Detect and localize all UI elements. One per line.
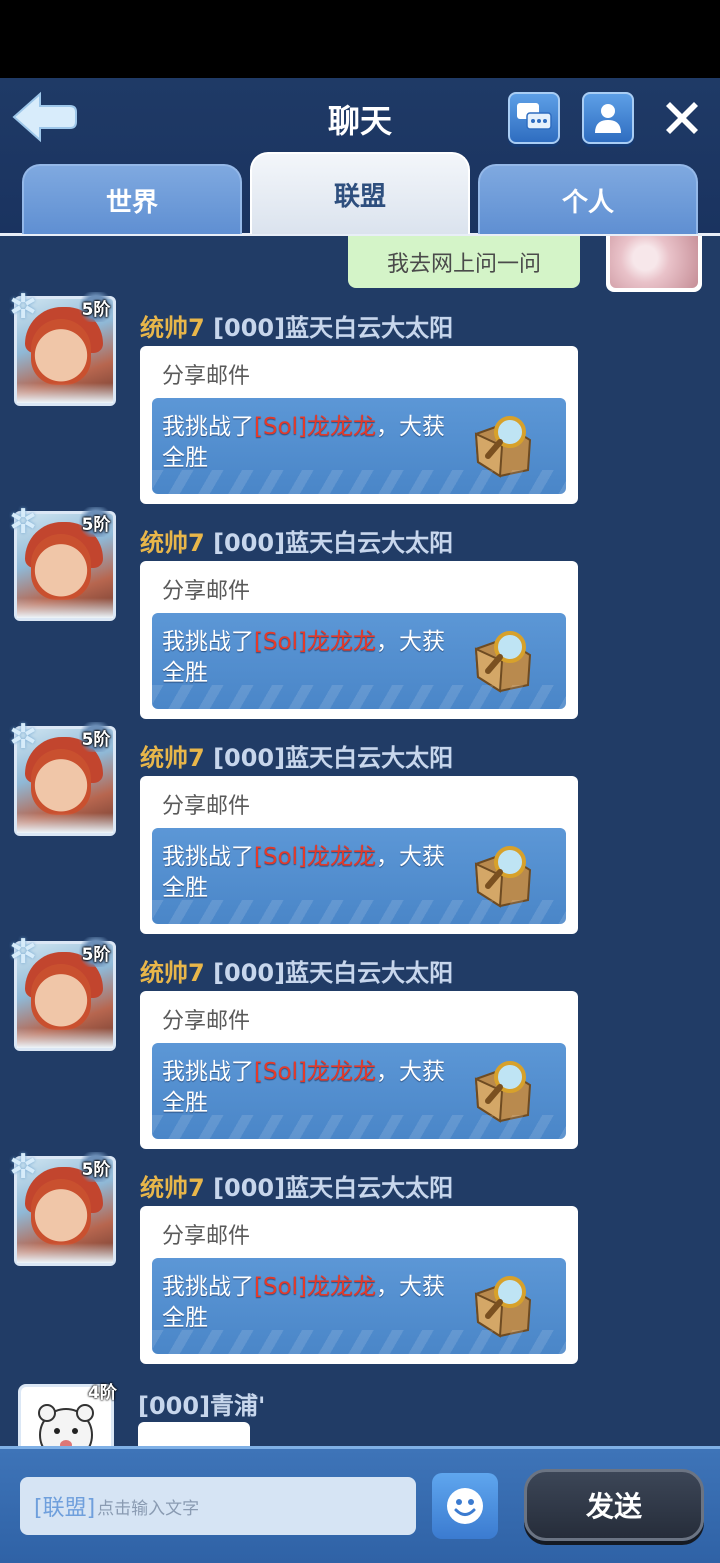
- messages-button[interactable]: [508, 92, 560, 144]
- status-bar: [0, 0, 720, 78]
- mail-highlight: [Sol]龙龙龙: [254, 629, 377, 655]
- mail-highlight: [Sol]龙龙龙: [254, 1059, 377, 1085]
- input-placeholder: 点击输入文字: [97, 1498, 200, 1519]
- sender-title: 统帅7: [140, 529, 205, 557]
- close-icon: [666, 102, 698, 134]
- tab-personal[interactable]: 个人: [478, 164, 698, 234]
- message-card: 分享邮件 我挑战了[Sol]龙龙龙，大获全胜: [140, 561, 578, 719]
- sender-guild-name: [000]蓝天白云大太阳: [213, 1174, 454, 1202]
- header: 聊天 世界 联盟 个人: [0, 78, 720, 236]
- sender-name[interactable]: 统帅7 [000]蓝天白云大太阳: [140, 308, 453, 343]
- message-card: 分享邮件 我挑战了[Sol]龙龙龙，大获全胜: [140, 991, 578, 1149]
- sender-title: 统帅7: [140, 744, 205, 772]
- rank-badge: 5阶: [76, 937, 116, 967]
- sender-name[interactable]: 统帅7 [000]蓝天白云大太阳: [140, 1168, 453, 1203]
- emoji-button[interactable]: [432, 1473, 498, 1539]
- mail-text: 我挑战了[Sol]龙龙龙，大获全胜: [162, 629, 446, 686]
- magnifier-folder-icon: [474, 1061, 532, 1123]
- sender-title: 统帅7: [140, 1174, 205, 1202]
- magnifier-folder-icon: [474, 1276, 532, 1338]
- mail-highlight: [Sol]龙龙龙: [254, 414, 377, 440]
- person-icon: [595, 104, 621, 133]
- mail-text: 我挑战了[Sol]龙龙龙，大获全胜: [162, 1059, 446, 1116]
- rank-badge: 5阶: [76, 722, 116, 752]
- sender-name[interactable]: 统帅7 [000]蓝天白云大太阳: [140, 953, 453, 988]
- card-label: 分享邮件: [162, 794, 251, 819]
- card-label: 分享邮件: [162, 1009, 251, 1034]
- chat-message: ✲ 5阶 统帅7 [000]蓝天白云大太阳 分享邮件 我挑战了[Sol]龙龙龙，…: [0, 287, 720, 511]
- message-input[interactable]: [联盟] 点击输入文字: [20, 1477, 416, 1535]
- mail-text: 我挑战了[Sol]龙龙龙，大获全胜: [162, 844, 446, 901]
- snowflake-icon: ✲: [9, 287, 38, 327]
- snowflake-icon: ✲: [9, 502, 38, 542]
- sender-guild-name: [000]蓝天白云大太阳: [213, 314, 454, 342]
- input-bar: [联盟] 点击输入文字 发送: [0, 1446, 720, 1563]
- message-card: [138, 1422, 250, 1446]
- rank-badge: 5阶: [76, 1152, 116, 1182]
- avatar-image: [610, 236, 698, 288]
- mail-text: 我挑战了[Sol]龙龙龙，大获全胜: [162, 1274, 446, 1331]
- magnifier-folder-icon: [474, 416, 532, 478]
- chat-message: ✲ 5阶 统帅7 [000]蓝天白云大太阳 分享邮件 我挑战了[Sol]龙龙龙，…: [0, 502, 720, 726]
- tab-world[interactable]: 世界: [22, 164, 242, 234]
- chat-area[interactable]: 我去网上问一问 ✲ 5阶 统帅7 [000]蓝天白云大太阳 分享邮件 我挑战了[…: [0, 236, 720, 1446]
- sender-guild-name: [000]蓝天白云大太阳: [213, 744, 454, 772]
- rank-badge: 5阶: [76, 507, 116, 537]
- snowflake-icon: ✲: [9, 717, 38, 757]
- shared-mail[interactable]: 我挑战了[Sol]龙龙龙，大获全胜: [152, 1043, 566, 1139]
- sender-name[interactable]: 统帅7 [000]蓝天白云大太阳: [140, 523, 453, 558]
- chat-message: ✲ 5阶 统帅7 [000]蓝天白云大太阳 分享邮件 我挑战了[Sol]龙龙龙，…: [0, 717, 720, 941]
- snowflake-icon: ✲: [9, 932, 38, 972]
- chat-message: ✲ 5阶 统帅7 [000]蓝天白云大太阳 分享邮件 我挑战了[Sol]龙龙龙，…: [0, 932, 720, 1156]
- mail-text: 我挑战了[Sol]龙龙龙，大获全胜: [162, 414, 446, 471]
- sender-name[interactable]: [000]青浦': [138, 1386, 265, 1421]
- smiley-icon: [447, 1488, 483, 1524]
- mail-highlight: [Sol]龙龙龙: [254, 1274, 377, 1300]
- card-label: 分享邮件: [162, 1224, 251, 1249]
- channel-prefix: [联盟]: [34, 1496, 96, 1521]
- card-label: 分享邮件: [162, 364, 251, 389]
- tab-personal-label: 个人: [561, 187, 614, 218]
- tab-alliance[interactable]: 联盟: [250, 152, 470, 234]
- card-label: 分享邮件: [162, 579, 251, 604]
- snowflake-icon: ✲: [9, 1147, 38, 1187]
- sender-title: 统帅7: [140, 314, 205, 342]
- magnifier-folder-icon: [474, 846, 532, 908]
- chat-bubbles-icon: [517, 103, 552, 130]
- tab-world-label: 世界: [105, 187, 158, 218]
- sender-guild-name: [000]蓝天白云大太阳: [213, 959, 454, 987]
- own-message-bubble: 我去网上问一问: [348, 236, 580, 288]
- own-message-text: 我去网上问一问: [386, 252, 541, 277]
- sender-name[interactable]: 统帅7 [000]蓝天白云大太阳: [140, 738, 453, 773]
- message-card: 分享邮件 我挑战了[Sol]龙龙龙，大获全胜: [140, 776, 578, 934]
- shared-mail[interactable]: 我挑战了[Sol]龙龙龙，大获全胜: [152, 398, 566, 494]
- message-card: 分享邮件 我挑战了[Sol]龙龙龙，大获全胜: [140, 346, 578, 504]
- profile-button[interactable]: [582, 92, 634, 144]
- magnifier-folder-icon: [474, 631, 532, 693]
- shared-mail[interactable]: 我挑战了[Sol]龙龙龙，大获全胜: [152, 613, 566, 709]
- message-card: 分享邮件 我挑战了[Sol]龙龙龙，大获全胜: [140, 1206, 578, 1364]
- send-label: 发送: [585, 1490, 642, 1523]
- rank-badge: 5阶: [76, 292, 116, 322]
- mail-highlight: [Sol]龙龙龙: [254, 844, 377, 870]
- shared-mail[interactable]: 我挑战了[Sol]龙龙龙，大获全胜: [152, 1258, 566, 1354]
- send-button[interactable]: 发送: [524, 1469, 704, 1541]
- own-avatar[interactable]: [606, 236, 702, 292]
- sender-title: 统帅7: [140, 959, 205, 987]
- rank-badge: 4阶: [88, 1383, 117, 1403]
- tab-alliance-label: 联盟: [333, 181, 386, 212]
- close-button[interactable]: [660, 96, 704, 140]
- chat-message: ✲ 5阶 统帅7 [000]蓝天白云大太阳 分享邮件 我挑战了[Sol]龙龙龙，…: [0, 1147, 720, 1371]
- shared-mail[interactable]: 我挑战了[Sol]龙龙龙，大获全胜: [152, 828, 566, 924]
- sender-guild-name: [000]蓝天白云大太阳: [213, 529, 454, 557]
